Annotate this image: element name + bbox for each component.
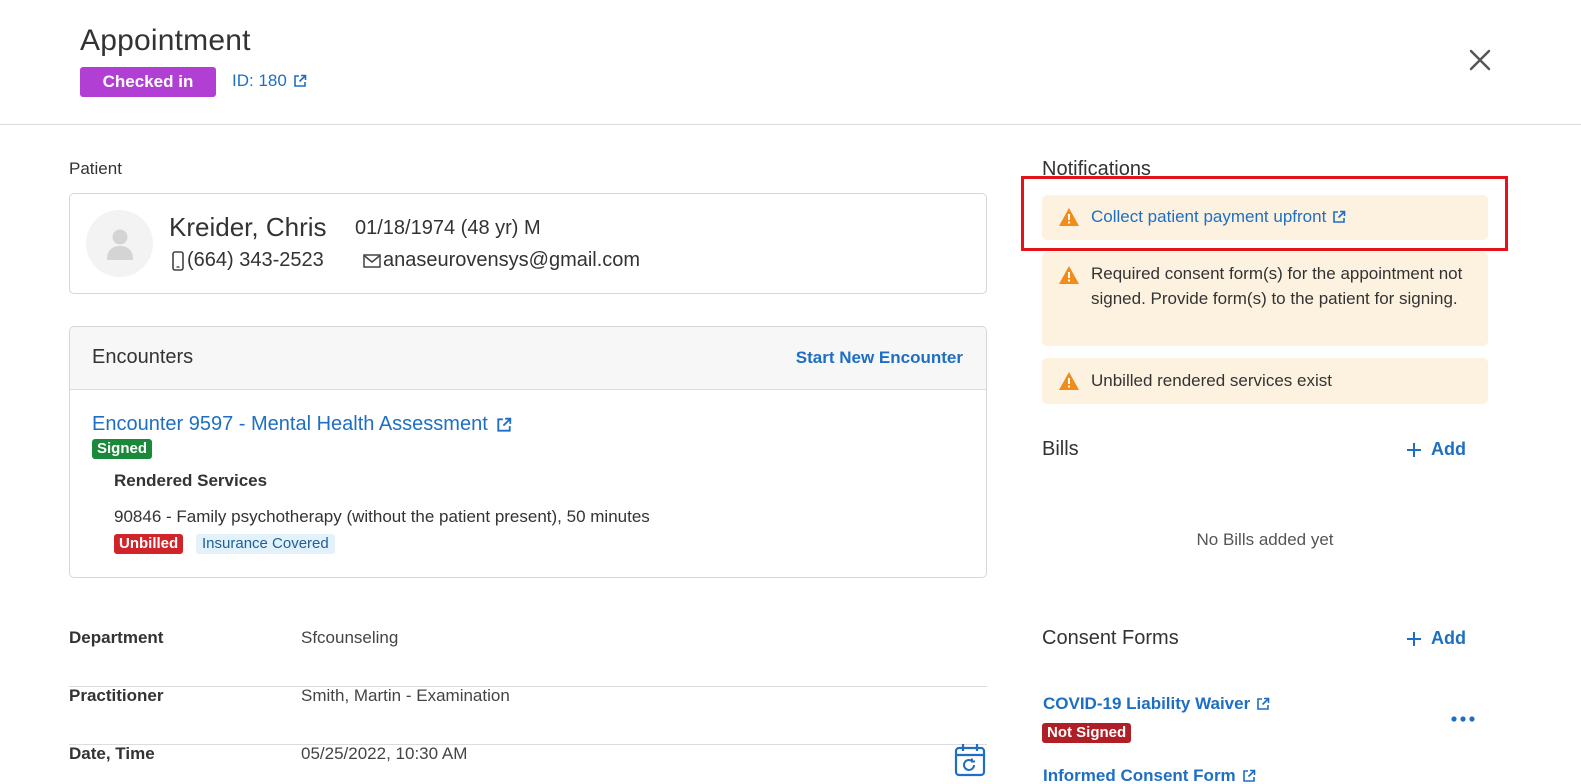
consent-form-name: Informed Consent Form — [1043, 766, 1236, 784]
coverage-badge: Insurance Covered — [196, 534, 335, 554]
detail-row-department: Department Sfcounseling — [69, 628, 987, 687]
detail-value: Sfcounseling — [301, 628, 399, 647]
rendered-service-item: 90846 - Family psychotherapy (without th… — [114, 507, 650, 526]
more-options-icon[interactable] — [1450, 710, 1476, 728]
external-link-icon — [1257, 697, 1270, 710]
rendered-services-title: Rendered Services — [114, 471, 268, 490]
notification-text: Unbilled rendered services exist — [1091, 371, 1332, 390]
plus-icon — [1407, 442, 1421, 457]
bills-title: Bills — [1042, 438, 1079, 460]
detail-label: Department — [69, 628, 164, 647]
consent-form-name: COVID-19 Liability Waiver — [1043, 694, 1251, 713]
mail-icon — [363, 253, 381, 268]
appointment-id-label: ID: 180 — [232, 71, 287, 90]
patient-phone: (664) 343-2523 — [172, 249, 324, 272]
consent-form-link[interactable]: Informed Consent Form — [1043, 766, 1256, 784]
plus-icon — [1407, 631, 1421, 646]
patient-email-value: anaseurovensys@gmail.com — [383, 249, 641, 271]
external-link-icon — [294, 74, 307, 87]
no-bills-message: No Bills added yet — [1196, 530, 1334, 549]
patient-section-label: Patient — [69, 159, 122, 178]
patient-card: Kreider, Chris 01/18/1974 (48 yr) M (664… — [69, 193, 987, 294]
billing-status-badge: Unbilled — [114, 534, 184, 554]
warning-icon — [1059, 372, 1079, 390]
notification-text: Required consent form(s) for the appoint… — [1091, 264, 1463, 308]
detail-row-practitioner: Practitioner Smith, Martin - Examination — [69, 686, 987, 745]
encounter-link[interactable]: Encounter 9597 - Mental Health Assessmen… — [92, 413, 512, 436]
add-consent-form-label: Add — [1431, 628, 1466, 648]
phone-icon — [172, 250, 184, 271]
highlight-annotation — [1021, 176, 1508, 251]
user-icon — [106, 229, 133, 260]
page-title: Appointment — [80, 24, 251, 57]
patient-email: anaseurovensys@gmail.com — [363, 249, 640, 272]
appointment-header: Appointment Checked in ID: 180 — [0, 0, 1581, 125]
encounters-header: Encounters Start New Encounter — [70, 327, 986, 390]
encounter-link-label: Encounter 9597 - Mental Health Assessmen… — [92, 413, 488, 435]
detail-value: 05/25/2022, 10:30 AM — [301, 744, 468, 763]
detail-value: Smith, Martin - Examination — [301, 686, 510, 705]
warning-icon — [1059, 266, 1079, 284]
status-badge: Checked in — [80, 67, 216, 97]
add-bill-label: Add — [1431, 439, 1466, 459]
start-new-encounter-button[interactable]: Start New Encounter — [796, 348, 963, 368]
detail-label: Practitioner — [69, 686, 164, 705]
patient-phone-value: (664) 343-2523 — [187, 249, 324, 271]
detail-row-datetime: Date, Time 05/25/2022, 10:30 AM — [69, 744, 987, 784]
consent-form-link[interactable]: COVID-19 Liability Waiver — [1043, 694, 1270, 714]
notification-unbilled: Unbilled rendered services exist — [1042, 358, 1488, 404]
encounter-status-badge: Signed — [92, 439, 153, 459]
encounters-title: Encounters — [92, 346, 194, 368]
consent-forms-title: Consent Forms — [1042, 627, 1179, 649]
add-consent-form-button[interactable]: Add — [1406, 628, 1466, 649]
avatar — [86, 210, 153, 277]
notification-consent: Required consent form(s) for the appoint… — [1042, 252, 1488, 346]
add-bill-button[interactable]: Add — [1406, 439, 1466, 460]
patient-dob: 01/18/1974 (48 yr) M — [355, 217, 541, 239]
patient-name: Kreider, Chris — [169, 212, 327, 242]
appointment-id-link[interactable]: ID: 180 — [232, 71, 307, 91]
external-link-icon — [497, 417, 511, 432]
close-icon[interactable] — [1464, 44, 1496, 76]
external-link-icon — [1242, 769, 1255, 782]
consent-status-badge: Not Signed — [1042, 723, 1132, 743]
reschedule-calendar-icon[interactable] — [954, 743, 986, 777]
detail-label: Date, Time — [69, 744, 155, 763]
encounters-card: Encounters Start New Encounter Encounter… — [69, 326, 987, 578]
